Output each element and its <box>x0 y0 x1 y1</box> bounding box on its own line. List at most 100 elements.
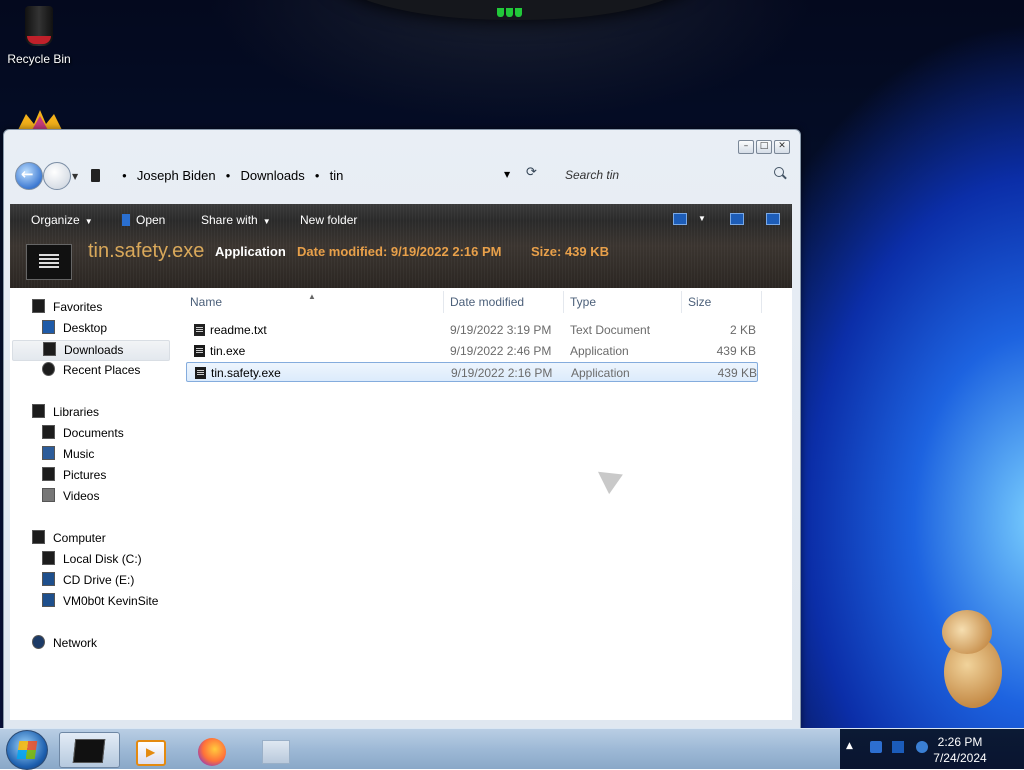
taskbar-firefox-button[interactable] <box>184 732 242 766</box>
file-name: readme.txt <box>210 323 267 337</box>
refresh-icon[interactable]: ⟳ <box>526 165 537 180</box>
nav-videos[interactable]: Videos <box>42 487 99 506</box>
hard-drive-icon <box>42 551 55 565</box>
column-header-name[interactable]: Name ▲ <box>186 291 444 313</box>
navigation-pane: Favorites Desktop Downloads Recent Place… <box>10 288 182 720</box>
address-dropdown[interactable]: ▼ <box>504 170 510 179</box>
taskbar: ▶ ▲ 2:26 PM 7/24/2024 <box>0 728 1024 770</box>
nav-favorites-label: Favorites <box>53 300 103 314</box>
network-icon <box>32 635 45 649</box>
file-size: 2 KB <box>729 323 756 337</box>
computer-crumb-icon[interactable] <box>91 168 100 182</box>
column-date-label: Date modified <box>450 295 525 309</box>
taskbar-app-button[interactable] <box>246 732 304 766</box>
file-row[interactable]: tin.exe 9/19/2022 2:46 PM Application 43… <box>186 341 760 361</box>
crumb-separator[interactable]: ● <box>315 171 320 180</box>
nav-vm-site[interactable]: VM0b0t KevinSite <box>42 592 158 611</box>
column-header-type[interactable]: Type <box>566 291 682 313</box>
recent-pages-dropdown[interactable]: ▼ <box>72 172 78 181</box>
open-button[interactable]: Open <box>122 213 165 227</box>
crumb-separator[interactable]: ● <box>226 171 231 180</box>
nav-music[interactable]: Music <box>42 445 94 464</box>
nav-libraries-label: Libraries <box>53 405 100 419</box>
show-hidden-icons-icon[interactable]: ▲ <box>846 741 853 751</box>
nav-favorites[interactable]: Favorites <box>32 298 102 317</box>
chevron-down-icon: ▼ <box>262 217 271 226</box>
nav-computer[interactable]: Computer <box>32 529 106 548</box>
nav-documents[interactable]: Documents <box>42 424 124 443</box>
address-bar[interactable]: ● Joseph Biden ● Downloads ● tin <box>87 162 517 188</box>
search-icon[interactable] <box>774 167 784 177</box>
column-header-date[interactable]: Date modified <box>446 291 564 313</box>
breadcrumb-tin[interactable]: tin <box>330 168 344 183</box>
breadcrumb-downloads[interactable]: Downloads <box>240 168 304 183</box>
file-type: Application <box>571 366 630 380</box>
close-button[interactable]: ✕ <box>774 140 790 154</box>
computer-icon <box>32 530 45 544</box>
details-file-name: tin.safety.exe <box>88 240 205 262</box>
nav-cd-drive[interactable]: CD Drive (E:) <box>42 571 134 590</box>
file-size: 439 KB <box>716 344 756 358</box>
chevron-down-icon: ▼ <box>84 217 93 226</box>
column-header-size[interactable]: Size <box>684 291 762 313</box>
hamster-desktop-gadget[interactable] <box>938 606 1008 710</box>
explorer-content: Favorites Desktop Downloads Recent Place… <box>10 288 792 720</box>
file-date: 9/19/2022 2:46 PM <box>450 344 552 358</box>
forward-button[interactable] <box>43 162 71 190</box>
organize-label: Organize <box>31 213 80 227</box>
nav-network[interactable]: Network <box>32 634 97 653</box>
new-folder-button[interactable]: New folder <box>300 213 357 227</box>
libraries-icon <box>32 404 45 418</box>
downloads-icon <box>43 342 56 356</box>
nav-desktop-label: Desktop <box>63 321 108 335</box>
details-size: Size: 439 KB <box>531 244 610 259</box>
minimize-button[interactable]: – <box>738 140 754 154</box>
system-clock[interactable]: 2:26 PM 7/24/2024 <box>900 734 1020 766</box>
taskbar-media-player-button[interactable]: ▶ <box>122 732 180 766</box>
navigation-bar: ▼ ● Joseph Biden ● Downloads ● tin ▼ ⟳ S… <box>12 158 792 192</box>
open-icon <box>122 214 130 226</box>
column-name-label: Name <box>190 295 223 309</box>
nav-desktop[interactable]: Desktop <box>42 319 107 338</box>
crumb-separator[interactable]: ● <box>122 171 127 180</box>
nav-videos-label: Videos <box>63 489 100 503</box>
explorer-icon <box>72 739 106 763</box>
file-row[interactable]: readme.txt 9/19/2022 3:19 PM Text Docume… <box>186 320 760 340</box>
column-type-label: Type <box>570 295 597 309</box>
share-with-button[interactable]: Share with ▼ <box>201 213 271 227</box>
window-controls: – □ ✕ <box>738 140 790 154</box>
recent-places-icon <box>42 362 55 376</box>
recycle-bin-desktop-icon[interactable]: Recycle Bin <box>4 6 74 66</box>
file-row-selected[interactable]: tin.safety.exe 9/19/2022 2:16 PM Applica… <box>186 362 758 382</box>
cd-drive-icon <box>42 572 55 586</box>
start-button[interactable] <box>6 730 48 770</box>
file-date: 9/19/2022 2:16 PM <box>451 366 553 380</box>
nav-cd-drive-label: CD Drive (E:) <box>63 573 135 587</box>
desktop-app-icon[interactable] <box>18 110 62 130</box>
back-button[interactable] <box>15 162 43 190</box>
view-options-dropdown[interactable]: ▼ <box>698 214 706 223</box>
file-type: Application <box>570 344 629 358</box>
sort-ascending-icon: ▲ <box>308 292 316 301</box>
documents-icon <box>42 425 55 439</box>
column-size-label: Size <box>688 295 712 309</box>
tray-app-icon[interactable] <box>870 741 882 753</box>
search-input[interactable]: Search tin <box>553 162 790 188</box>
breadcrumb-user[interactable]: Joseph Biden <box>137 168 216 183</box>
preview-pane-icon[interactable] <box>730 213 744 225</box>
help-icon[interactable] <box>766 213 780 225</box>
taskbar-explorer-button[interactable] <box>59 732 120 768</box>
organize-button[interactable]: Organize ▼ <box>31 213 93 227</box>
nav-recent-label: Recent Places <box>63 363 141 377</box>
change-view-icon[interactable] <box>673 213 687 225</box>
nav-recent-places[interactable]: Recent Places <box>42 361 140 380</box>
command-bar: Organize ▼ Open Share with ▼ New folder ▼ … <box>10 204 792 288</box>
nav-downloads[interactable]: Downloads <box>12 340 170 361</box>
maximize-button[interactable]: □ <box>756 140 772 154</box>
recycle-bin-icon <box>25 6 53 46</box>
nav-local-disk[interactable]: Local Disk (C:) <box>42 550 142 569</box>
nav-pictures[interactable]: Pictures <box>42 466 106 485</box>
application-large-icon <box>26 244 72 280</box>
nav-libraries[interactable]: Libraries <box>32 403 99 422</box>
details-pane: tin.safety.exe Application Date modified… <box>10 234 792 288</box>
